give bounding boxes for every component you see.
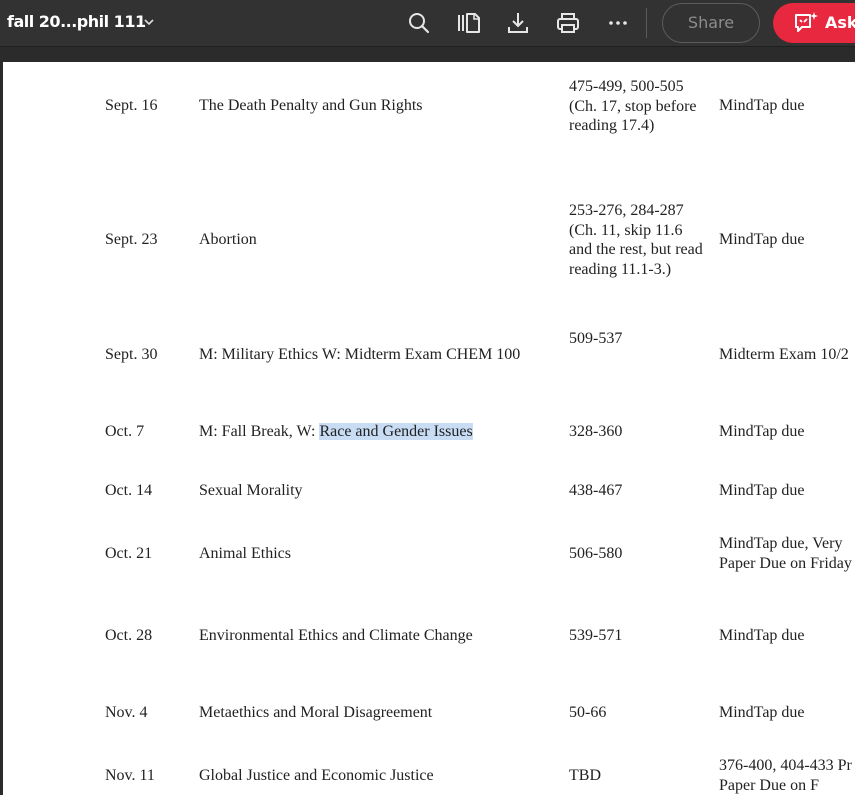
row-due: MindTap due, Very bbox=[719, 535, 843, 552]
row-date: Oct. 14 bbox=[105, 482, 153, 499]
row-date: Oct. 7 bbox=[105, 423, 145, 440]
download-icon[interactable] bbox=[505, 10, 531, 36]
selected-text-highlight[interactable]: Race and Gender Issues bbox=[319, 423, 473, 440]
row-topic: Sexual Morality bbox=[199, 482, 303, 499]
chevron-down-icon[interactable] bbox=[140, 13, 158, 31]
row-reading-line: TBD bbox=[569, 767, 601, 784]
row-due: 376-400, 404-433 Pr bbox=[719, 757, 852, 774]
row-topic: Animal Ethics bbox=[199, 545, 291, 562]
row-due: Midterm Exam 10/2 bbox=[719, 346, 849, 363]
row-reading-line: 253-276, 284-287 bbox=[569, 202, 684, 219]
row-reading-line: 475-499, 500-505 bbox=[569, 78, 684, 95]
row-topic: Abortion bbox=[199, 231, 257, 248]
document-title[interactable]: fall 20...phil 111 bbox=[7, 12, 146, 31]
row-reading-line: 509-537 bbox=[569, 330, 623, 347]
row-date: Nov. 11 bbox=[105, 767, 155, 784]
row-reading-line: reading 11.1-3.) bbox=[569, 260, 672, 278]
row-topic: M: Military Ethics W: Midterm Exam CHEM … bbox=[199, 346, 521, 363]
row-topic: Global Justice and Economic Justice bbox=[199, 767, 434, 784]
row-topic: M: Fall Break, W: Race and Gender Issues bbox=[199, 422, 473, 442]
row-reading-line: 50-66 bbox=[569, 704, 607, 721]
share-button[interactable]: Share bbox=[662, 3, 760, 43]
row-reading-line: reading 17.4) bbox=[569, 117, 655, 134]
print-icon[interactable] bbox=[555, 10, 581, 36]
row-topic: Environmental Ethics and Climate Change bbox=[199, 627, 473, 644]
more-icon[interactable] bbox=[605, 10, 631, 36]
row-reading-line: 328-360 bbox=[569, 423, 623, 440]
row-reading-line: and the rest, but read bbox=[569, 241, 703, 258]
row-date: Oct. 28 bbox=[105, 627, 153, 644]
row-reading-line: (Ch. 11, skip 11.6 bbox=[569, 221, 683, 239]
row-due: MindTap due bbox=[719, 482, 805, 499]
row-date: Sept. 23 bbox=[105, 231, 158, 248]
row-due: Paper Due on F bbox=[719, 776, 819, 794]
ai-assistant-icon bbox=[795, 12, 818, 32]
row-topic: Metaethics and Moral Disagreement bbox=[199, 704, 433, 721]
row-date: Oct. 21 bbox=[105, 545, 153, 562]
toolbar: fall 20...phil 111 Share Ask bbox=[0, 0, 855, 47]
row-reading-line: 438-467 bbox=[569, 482, 623, 499]
document-page: Sept. 16 The Death Penalty and Gun Right… bbox=[3, 62, 855, 795]
row-topic: The Death Penalty and Gun Rights bbox=[199, 97, 423, 114]
row-due: MindTap due bbox=[719, 627, 805, 644]
row-reading-line: 539-571 bbox=[569, 627, 623, 644]
row-due: MindTap due bbox=[719, 704, 805, 721]
row-reading-line: 506-580 bbox=[569, 545, 623, 562]
toolbar-divider bbox=[646, 8, 647, 38]
row-date: Sept. 16 bbox=[105, 97, 158, 114]
search-icon[interactable] bbox=[406, 10, 432, 36]
row-due: MindTap due bbox=[719, 231, 805, 248]
row-reading-line: (Ch. 17, stop before bbox=[569, 97, 697, 115]
row-due: MindTap due bbox=[719, 97, 805, 114]
row-topic-text: M: Fall Break, W: bbox=[199, 423, 320, 440]
row-date: Sept. 30 bbox=[105, 346, 158, 363]
ask-ai-label: Ask bbox=[825, 13, 855, 32]
row-due: MindTap due bbox=[719, 423, 805, 440]
page-thumbnails-icon[interactable] bbox=[456, 10, 482, 36]
row-due: Paper Due on Friday bbox=[719, 554, 852, 572]
row-date: Nov. 4 bbox=[105, 704, 148, 721]
ask-ai-button[interactable]: Ask bbox=[773, 3, 855, 43]
